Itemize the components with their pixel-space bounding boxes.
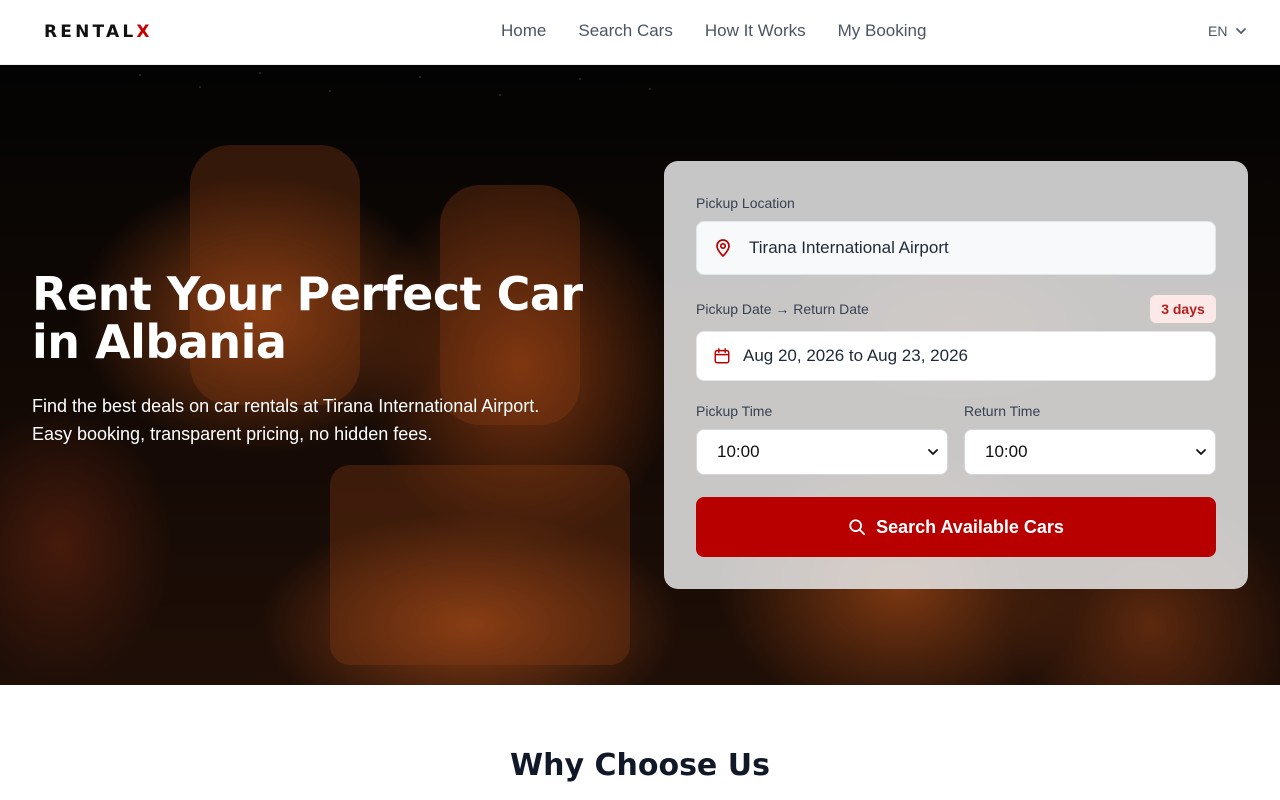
search-available-cars-button[interactable]: Search Available Cars: [696, 497, 1216, 557]
pickup-location-value: Tirana International Airport: [749, 238, 949, 257]
site-header: RENTALX Home Search Cars How It Works My…: [0, 0, 1280, 65]
map-pin-icon: [716, 239, 730, 257]
search-form-card: Pickup Location Tirana International Air…: [664, 161, 1248, 589]
date-range-label: Pickup Date → Return Date: [696, 301, 869, 317]
hero-subtitle-line1: Find the best deals on car rentals at Ti…: [32, 396, 540, 416]
return-time-label: Return Time: [964, 403, 1041, 419]
logo-text: RENTALX: [44, 22, 153, 42]
main-nav: Home Search Cars How It Works My Booking: [501, 21, 926, 41]
why-choose-us-heading: Why Choose Us: [510, 748, 770, 783]
hero-section: Rent Your Perfect Car in Albania Find th…: [0, 65, 1280, 685]
search-button-label: Search Available Cars: [876, 516, 1064, 537]
chevron-down-icon: [1236, 28, 1247, 34]
return-time-value: 10:00: [985, 442, 1028, 461]
calendar-icon: [714, 348, 730, 364]
pickup-time-select[interactable]: 10:00: [696, 429, 948, 475]
hero-text: Rent Your Perfect Car in Albania Find th…: [32, 270, 632, 448]
chevron-down-icon: [1196, 449, 1206, 455]
pickup-time-label: Pickup Time: [696, 403, 773, 419]
pickup-location-field[interactable]: Tirana International Airport: [696, 221, 1216, 275]
nav-home[interactable]: Home: [501, 21, 546, 41]
date-range-field[interactable]: Aug 20, 2026 to Aug 23, 2026: [696, 331, 1216, 381]
search-icon: [849, 519, 866, 536]
nav-search-cars[interactable]: Search Cars: [578, 21, 672, 41]
return-time-select[interactable]: 10:00: [964, 429, 1216, 475]
hero-subtitle-line2: Easy booking, transparent pricing, no hi…: [32, 424, 433, 444]
logo[interactable]: RENTALX: [44, 22, 153, 42]
hero-background-decoration: [120, 65, 680, 105]
language-label: EN: [1208, 23, 1228, 39]
hero-title: Rent Your Perfect Car in Albania: [32, 267, 583, 369]
pickup-location-label: Pickup Location: [696, 195, 795, 211]
hero-subtitle: Find the best deals on car rentals at Ti…: [32, 392, 632, 448]
nav-my-booking[interactable]: My Booking: [838, 21, 927, 41]
hero-background-seat: [330, 465, 630, 665]
duration-badge: 3 days: [1150, 295, 1216, 323]
nav-how-it-works[interactable]: How It Works: [705, 21, 806, 41]
chevron-down-icon: [928, 449, 938, 455]
language-selector[interactable]: EN: [1208, 23, 1247, 39]
date-range-value: Aug 20, 2026 to Aug 23, 2026: [743, 346, 968, 365]
pickup-time-value: 10:00: [717, 442, 760, 461]
